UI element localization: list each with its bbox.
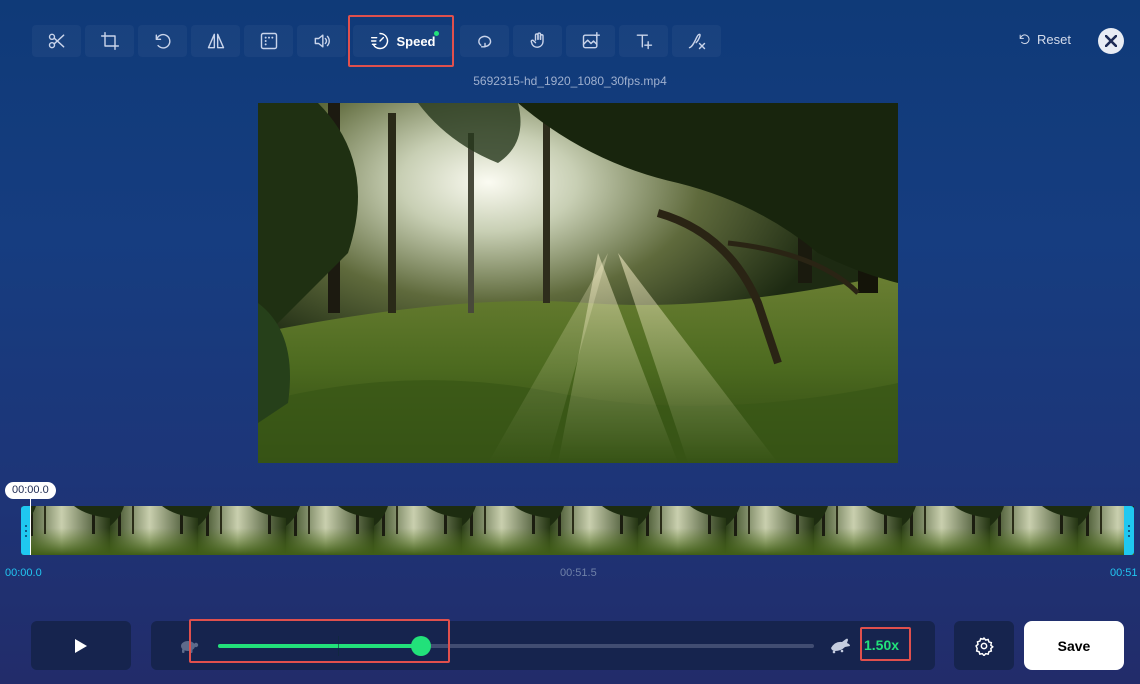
timeline-thumbnails <box>22 506 1134 555</box>
loop-icon <box>477 35 491 48</box>
scissors-icon <box>48 33 64 49</box>
tool-stabilize[interactable] <box>513 25 562 57</box>
tool-crop[interactable] <box>85 25 134 57</box>
text-icon <box>636 34 652 50</box>
volume-icon <box>314 34 330 48</box>
image-adjust-icon <box>582 31 600 49</box>
turtle-icon <box>179 636 199 654</box>
trim-handle-end[interactable] <box>1124 506 1134 555</box>
settings-button[interactable] <box>954 621 1014 670</box>
tool-speed[interactable]: Speed <box>353 25 453 57</box>
speed-slider-knob[interactable] <box>410 636 431 656</box>
flip-icon <box>207 33 224 49</box>
tool-aspect-ratio[interactable] <box>244 25 293 57</box>
normal-speed-tick <box>338 636 339 656</box>
forest-video-frame <box>258 103 898 463</box>
video-preview[interactable] <box>258 103 898 463</box>
tool-text[interactable] <box>619 25 668 57</box>
timeline-playhead[interactable] <box>30 506 31 555</box>
tool-trim[interactable] <box>32 25 81 57</box>
tool-image-adjust[interactable] <box>566 25 615 57</box>
reset-button[interactable]: Reset <box>1018 32 1071 47</box>
tool-flip[interactable] <box>191 25 240 57</box>
tool-remove-watermark[interactable] <box>672 25 721 57</box>
close-button[interactable] <box>1098 28 1124 54</box>
timeline-start-time: 00:00.0 <box>5 567 42 579</box>
remove-watermark-icon <box>688 33 705 50</box>
speed-slider-fill <box>218 644 421 648</box>
crop-icon <box>100 31 119 51</box>
tool-rotate[interactable] <box>138 25 187 57</box>
reset-icon <box>1019 34 1030 45</box>
aspect-ratio-icon <box>260 32 277 50</box>
rotate-icon <box>155 33 171 49</box>
editor-toolbar: Speed <box>32 25 721 57</box>
timeline-end-time: 00:51 <box>1110 567 1138 579</box>
tool-loop[interactable] <box>460 25 509 57</box>
stabilize-icon <box>530 32 544 48</box>
speed-value: 1.50x <box>864 637 900 653</box>
reset-label: Reset <box>1037 32 1071 47</box>
play-button[interactable] <box>31 621 131 670</box>
rabbit-icon <box>829 636 851 654</box>
timeline-thumbnail-strip[interactable] <box>22 506 1134 555</box>
close-icon <box>1105 35 1117 47</box>
tool-volume[interactable] <box>297 25 346 57</box>
save-button[interactable]: Save <box>1024 621 1124 670</box>
speed-tool-label: Speed <box>396 33 436 49</box>
active-indicator-dot <box>434 31 439 36</box>
speed-icon <box>371 32 389 50</box>
current-time-bubble: 00:00.0 <box>5 482 56 499</box>
video-filename: 5692315-hd_1920_1080_30fps.mp4 <box>473 74 667 88</box>
play-icon <box>75 638 87 653</box>
timeline-mid-time: 00:51.5 <box>560 567 597 579</box>
gear-icon <box>975 636 994 656</box>
